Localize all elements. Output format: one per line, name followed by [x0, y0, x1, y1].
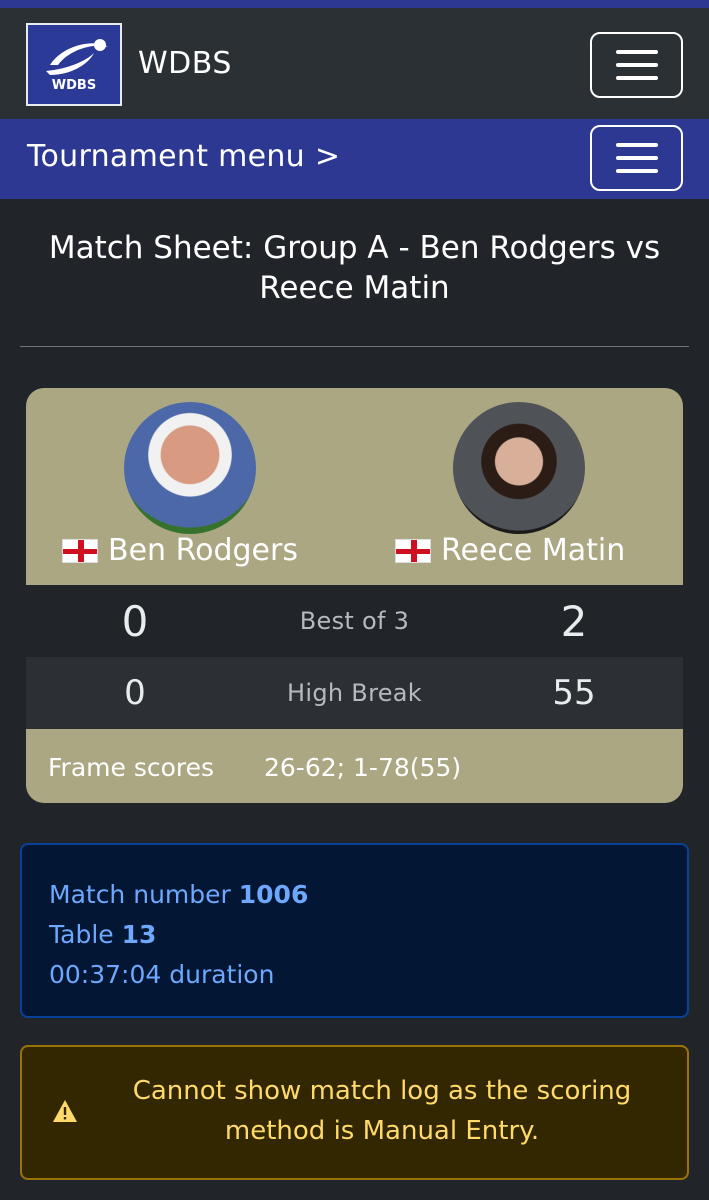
frame-scores-label: Frame scores [48, 753, 215, 782]
high-break-row: 0 High Break 55 [26, 657, 683, 729]
player2-frames: 2 [560, 596, 588, 646]
frames-row: 0 Best of 3 2 [26, 585, 683, 657]
player1-name-row[interactable]: Ben Rodgers [62, 533, 298, 568]
table-value: 13 [121, 920, 157, 949]
player1-high-break: 0 [124, 673, 146, 713]
menu-icon [615, 63, 658, 67]
wdbs-logo-graphic: WDBS [46, 39, 108, 93]
menu-icon [615, 156, 658, 160]
page-title: Match Sheet: Group A - Ben Rodgers vs Re… [48, 230, 661, 306]
player2-name-row[interactable]: Reece Matin [395, 533, 625, 568]
tournament-menu-button[interactable] [590, 125, 683, 191]
player2-high-break: 55 [552, 673, 596, 713]
player1-name[interactable]: Ben Rodgers [108, 533, 298, 568]
match-duration: 00:37:04 duration [49, 960, 275, 989]
match-info-box: Match number 1006 Table 13 00:37:04 dura… [20, 843, 689, 1018]
tournament-menu-link[interactable]: Tournament menu > [27, 139, 340, 174]
table-line: Table 13 [49, 915, 660, 955]
warning-icon [53, 1100, 77, 1122]
brand-name[interactable]: WDBS [138, 46, 232, 81]
match-format-label: Best of 3 [299, 607, 410, 635]
menu-icon [615, 50, 658, 54]
match-number-label: Match number [49, 880, 231, 909]
main-menu-button[interactable] [590, 32, 683, 98]
logo-text: WDBS [52, 78, 96, 93]
match-number-value: 1006 [238, 880, 309, 909]
tournament-navbar: Tournament menu > [0, 119, 709, 199]
player1-avatar [124, 402, 256, 534]
match-number-line: Match number 1006 [49, 875, 660, 915]
match-card: Ben Rodgers Reece Matin 0 Best of 3 2 0 … [26, 388, 683, 803]
menu-icon [615, 169, 658, 173]
england-flag-icon [62, 538, 98, 563]
player1-frames: 0 [121, 596, 149, 646]
top-accent-line [0, 0, 709, 8]
table-label: Table [49, 920, 114, 949]
menu-icon [615, 143, 658, 147]
high-break-label: High Break [287, 679, 422, 707]
divider [20, 346, 689, 347]
england-flag-icon [395, 538, 431, 563]
alert-message: Cannot show match log as the scoring met… [132, 1076, 632, 1146]
player2-name[interactable]: Reece Matin [441, 533, 625, 568]
frame-scores-value: 26-62; 1-78(55) [264, 753, 462, 782]
player2-avatar [453, 402, 585, 534]
main-navbar: WDBS WDBS [0, 8, 709, 119]
menu-icon [615, 76, 658, 80]
match-log-alert: Cannot show match log as the scoring met… [20, 1045, 689, 1180]
wdbs-logo[interactable]: WDBS [26, 23, 122, 106]
